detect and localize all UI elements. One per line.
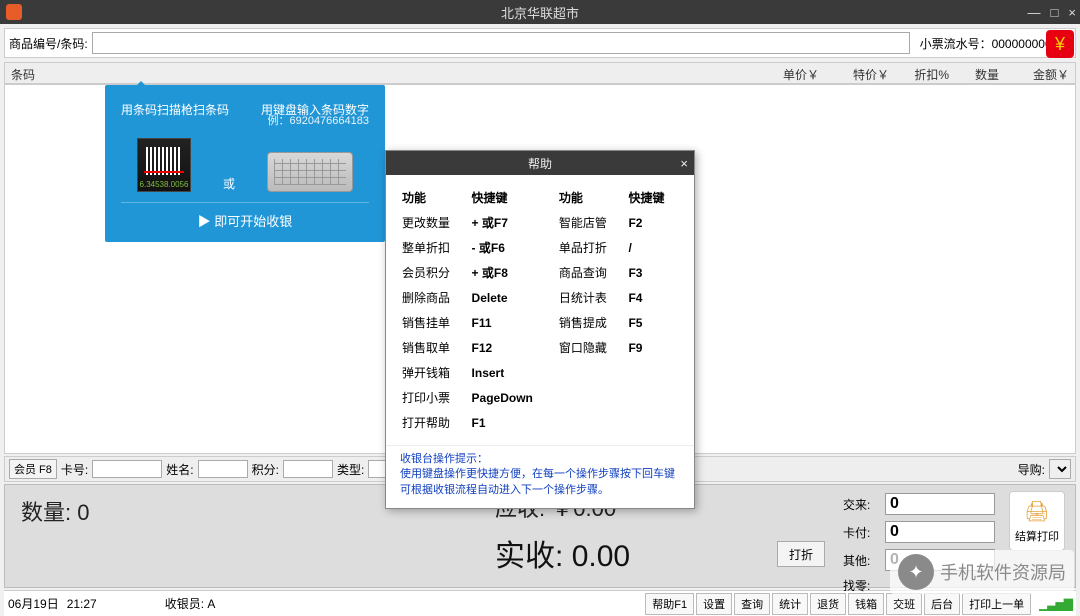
keyboard-icon	[267, 152, 353, 192]
shortcut-row: 弹开钱箱Insert	[400, 360, 680, 385]
help-dialog: 帮助 × 功能快捷键 功能快捷键 更改数量+ 或F7智能店管F2整单折扣- 或F…	[385, 150, 695, 509]
shortcut-row: 整单折扣- 或F6单品打折/	[400, 235, 680, 260]
barcode-hint-tooltip: 用条码扫描枪扫条码 用键盘输入条码数字 例：6920476664183 6.34…	[105, 85, 385, 242]
shortcut-table: 功能快捷键 功能快捷键 更改数量+ 或F7智能店管F2整单折扣- 或F6单品打折…	[400, 185, 680, 435]
cash-label: 交来:	[843, 496, 885, 513]
shortcut-row: 会员积分+ 或F8商品查询F3	[400, 260, 680, 285]
table-header: 条码 单价￥ 特价￥ 折扣% 数量 金额￥	[4, 62, 1076, 84]
status-button-帮助F1[interactable]: 帮助F1	[645, 593, 694, 615]
minimize-button[interactable]: —	[1028, 5, 1041, 20]
card-pay-label: 卡付:	[843, 524, 885, 541]
status-button-打印上一单[interactable]: 打印上一单	[962, 593, 1031, 615]
col-discount: 折扣%	[895, 63, 955, 83]
col-amount: 金额￥	[1005, 63, 1075, 83]
status-date: 06月19日	[8, 595, 59, 612]
help-title: 帮助	[528, 155, 552, 172]
cashier-label: 收银员: A	[165, 595, 216, 612]
receipt-label: 小票流水号：00000000000	[920, 35, 1065, 52]
app-icon	[6, 4, 22, 20]
col-price: 单价￥	[755, 63, 825, 83]
change-label: 找零:	[843, 577, 885, 594]
help-tip: 收银台操作提示： 使用键盘操作更快捷方便，在每一个操作步骤按下回车键可根据收银流…	[386, 445, 694, 508]
barcode-toolbar: 商品编号/条码: 小票流水号：00000000000	[4, 28, 1076, 58]
name-input[interactable]	[198, 460, 248, 478]
card-label: 卡号:	[61, 461, 88, 478]
shortcut-row: 删除商品Delete日统计表F4	[400, 285, 680, 310]
status-button-交班[interactable]: 交班	[886, 593, 922, 615]
wechat-watermark: ✦ 手机软件资源局	[890, 550, 1074, 594]
maximize-button[interactable]: □	[1051, 5, 1059, 20]
status-button-钱箱[interactable]: 钱箱	[848, 593, 884, 615]
start-hint: 即可开始收银	[121, 211, 369, 230]
status-button-后台[interactable]: 后台	[924, 593, 960, 615]
help-close-button[interactable]: ×	[680, 156, 688, 171]
barcode-scanner-icon: 6.34538.0056	[137, 138, 191, 192]
status-button-查询[interactable]: 查询	[734, 593, 770, 615]
printer-icon: 🖨	[1024, 499, 1049, 524]
barcode-input[interactable]	[92, 32, 910, 54]
shortcut-row: 销售取单F12窗口隐藏F9	[400, 335, 680, 360]
col-special: 特价￥	[825, 63, 895, 83]
col-qty: 数量	[955, 63, 1005, 83]
close-button[interactable]: ×	[1068, 5, 1076, 20]
checkout-print-button[interactable]: 🖨 结算打印	[1009, 491, 1065, 551]
name-label: 姓名:	[166, 461, 193, 478]
barcode-label: 商品编号/条码:	[9, 35, 88, 52]
example-code: 例：6920476664183	[121, 112, 369, 128]
window-title: 北京华联超市	[501, 3, 579, 22]
points-input[interactable]	[283, 460, 333, 478]
card-pay-input[interactable]	[885, 521, 995, 543]
discount-button[interactable]: 打折	[777, 541, 825, 567]
member-button[interactable]: 会员 F8	[9, 459, 57, 479]
shortcut-row: 销售挂单F11销售提成F5	[400, 310, 680, 335]
titlebar: 北京华联超市 — □ ×	[0, 0, 1080, 24]
shortcut-row: 打印小票PageDown	[400, 385, 680, 410]
signal-icon: ▁▃▅▇	[1039, 597, 1072, 611]
status-button-退货[interactable]: 退货	[810, 593, 846, 615]
points-label: 积分:	[252, 461, 279, 478]
cash-input[interactable]	[885, 493, 995, 515]
status-button-设置[interactable]: 设置	[696, 593, 732, 615]
or-text: 或	[223, 175, 235, 192]
guide-select[interactable]	[1049, 459, 1071, 479]
wechat-icon: ✦	[898, 554, 934, 590]
status-time: 21:27	[67, 597, 97, 611]
status-buttons: 帮助F1设置查询统计退货钱箱交班后台打印上一单	[645, 593, 1031, 615]
coin-icon[interactable]: ¥	[1046, 30, 1074, 58]
window-controls: — □ ×	[1028, 5, 1076, 20]
other-label: 其他:	[843, 552, 885, 569]
guide-label: 导购:	[1018, 461, 1045, 478]
card-input[interactable]	[92, 460, 162, 478]
type-label: 类型:	[337, 461, 364, 478]
status-button-统计[interactable]: 统计	[772, 593, 808, 615]
shortcut-row: 打开帮助F1	[400, 410, 680, 435]
help-dialog-header[interactable]: 帮助 ×	[386, 151, 694, 175]
shortcut-row: 更改数量+ 或F7智能店管F2	[400, 210, 680, 235]
col-barcode: 条码	[5, 63, 755, 83]
